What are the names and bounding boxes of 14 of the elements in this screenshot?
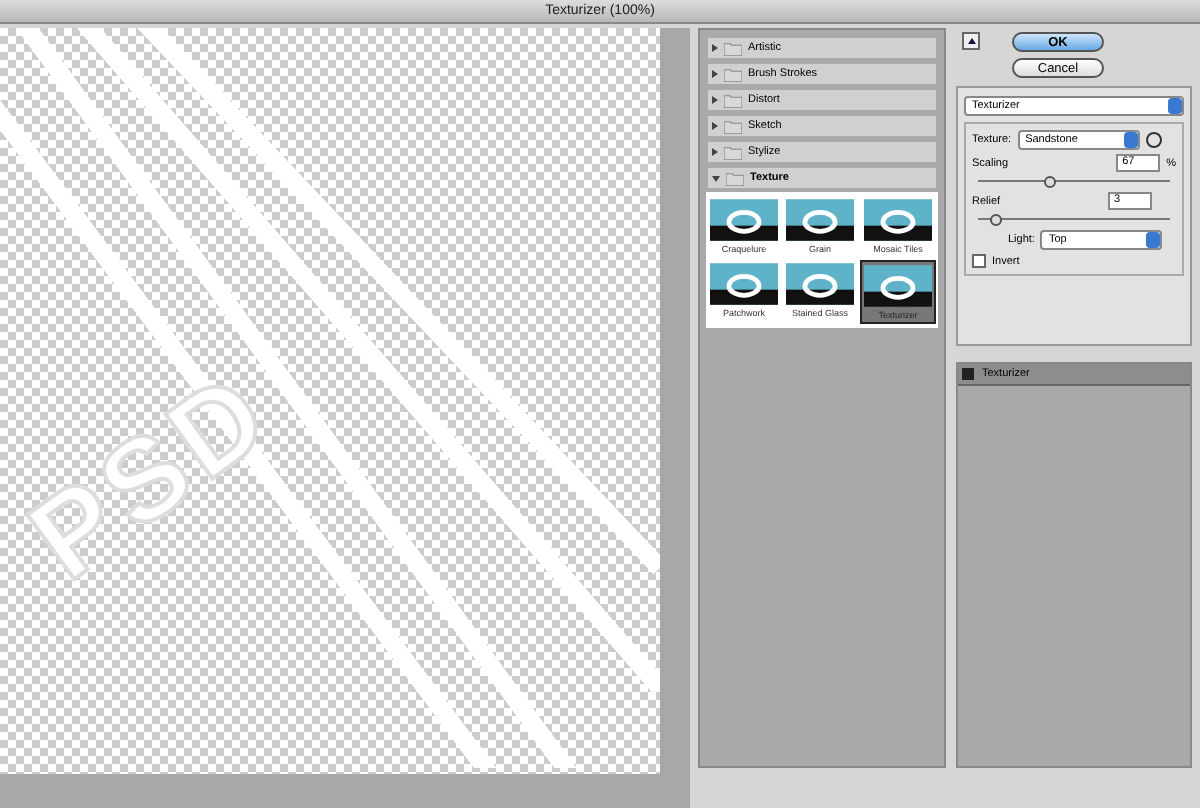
disclosure-triangle-icon[interactable] <box>712 70 718 78</box>
disclosure-triangle-icon[interactable] <box>712 96 718 104</box>
scaling-slider[interactable] <box>1043 176 1056 188</box>
texture-preview-icon <box>786 198 854 242</box>
texture-preview-icon <box>786 262 854 306</box>
texture-preview-icon <box>864 264 932 308</box>
disclosure-triangle-icon[interactable] <box>712 148 718 156</box>
relief-slider[interactable] <box>989 214 1002 226</box>
menu-icon[interactable] <box>1145 132 1162 148</box>
disclosure-triangle-icon[interactable] <box>712 175 720 181</box>
collapse-button[interactable] <box>962 32 980 50</box>
disclosure-triangle-icon[interactable] <box>712 44 718 52</box>
texture-preview-icon <box>864 198 932 242</box>
disclosure-triangle-icon[interactable] <box>712 122 718 130</box>
